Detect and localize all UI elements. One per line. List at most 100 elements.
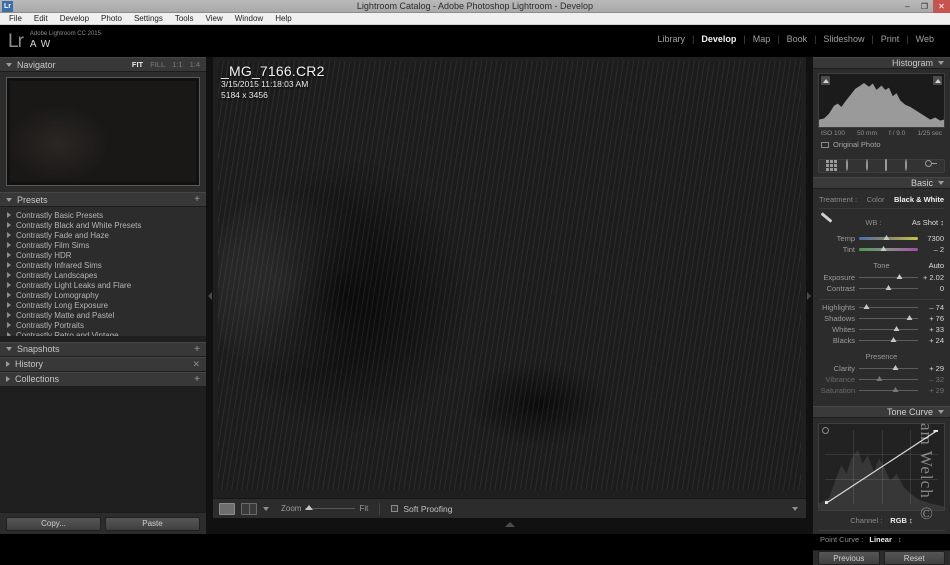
module-print[interactable]: Print	[874, 34, 907, 44]
slider-knob[interactable]	[906, 315, 913, 320]
highlight-clipping-icon[interactable]	[933, 76, 942, 85]
module-book[interactable]: Book	[780, 34, 815, 44]
radial-filter-icon[interactable]	[905, 159, 917, 172]
reset-button[interactable]: Reset	[883, 551, 945, 565]
add-snapshot-icon[interactable]: +	[194, 344, 200, 355]
slider-knob[interactable]	[880, 246, 887, 251]
zoom-1-4[interactable]: 1:4	[190, 60, 200, 69]
adjustment-brush-icon[interactable]	[925, 160, 938, 172]
compare-view-icon[interactable]	[241, 502, 257, 515]
slider-knob[interactable]	[890, 337, 897, 342]
previous-button[interactable]: Previous	[818, 551, 880, 565]
spot-removal-icon[interactable]	[845, 159, 858, 172]
collections-panel-header[interactable]: Collections +	[0, 371, 206, 387]
slider-track[interactable]	[859, 235, 918, 240]
soft-proofing-toggle[interactable]: Soft Proofing	[391, 504, 452, 514]
targeted-adjustment-tool-icon[interactable]	[822, 427, 829, 434]
view-mode-chevron-down-icon[interactable]	[263, 506, 269, 511]
slider-exposure[interactable]: Exposure + 2.02	[819, 272, 944, 283]
menu-item-tools[interactable]: Tools	[169, 13, 200, 25]
point-curve-chevron-icon[interactable]: ↕	[898, 535, 902, 544]
slider-track[interactable]	[859, 365, 918, 370]
module-web[interactable]: Web	[909, 34, 941, 44]
preset-group[interactable]: Contrastly Matte and Pastel	[0, 310, 206, 320]
slider-knob[interactable]	[892, 365, 899, 370]
zoom-slider[interactable]	[305, 505, 356, 510]
preset-group[interactable]: Contrastly Black and White Presets	[0, 220, 206, 230]
slider-highlights[interactable]: Highlights – 74	[819, 302, 944, 313]
slider-track[interactable]	[859, 337, 918, 342]
slider-clarity[interactable]: Clarity + 29	[819, 363, 944, 374]
zoom-fit[interactable]: FIT	[132, 60, 143, 69]
slider-shadows[interactable]: Shadows + 76	[819, 313, 944, 324]
soft-proofing-checkbox[interactable]	[391, 505, 399, 512]
channel-value[interactable]: RGB ↕	[890, 516, 913, 525]
tone-curve-panel-header[interactable]: Tone Curve	[813, 406, 950, 418]
menu-item-edit[interactable]: Edit	[28, 13, 54, 25]
close-button[interactable]: ✕	[933, 0, 950, 13]
wb-value[interactable]: As Shot ↕	[912, 218, 944, 227]
zoom-fill[interactable]: FILL	[150, 60, 165, 69]
navigator-panel-header[interactable]: Navigator FIT FILL 1:1 1:4	[0, 57, 206, 72]
identity-plate[interactable]: Adobe Lightroom CC 2015 A W	[30, 31, 101, 51]
menu-item-window[interactable]: Window	[229, 13, 269, 25]
preset-group[interactable]: Contrastly Infrared Sims	[0, 260, 206, 270]
snapshots-panel-header[interactable]: Snapshots +	[0, 341, 206, 357]
slider-track[interactable]	[859, 326, 918, 331]
menu-item-view[interactable]: View	[200, 13, 229, 25]
navigator-preview[interactable]	[6, 77, 200, 186]
loupe-view-icon[interactable]	[219, 502, 235, 515]
crop-overlay-icon[interactable]	[825, 160, 838, 172]
maximize-button[interactable]: ❐	[916, 0, 933, 13]
minimize-button[interactable]: –	[899, 0, 916, 13]
menu-item-develop[interactable]: Develop	[54, 13, 95, 25]
slider-knob[interactable]	[893, 326, 900, 331]
preset-group[interactable]: Contrastly HDR	[0, 250, 206, 260]
filmstrip-collapsed[interactable]	[213, 518, 806, 534]
preset-group[interactable]: Contrastly Fade and Haze	[0, 230, 206, 240]
paste-button[interactable]: Paste	[105, 516, 200, 531]
zoom-slider-knob[interactable]	[305, 505, 314, 510]
histogram-graph[interactable]	[818, 73, 945, 128]
slider-contrast[interactable]: Contrast 0	[819, 283, 944, 294]
basic-panel-header[interactable]: Basic	[813, 177, 950, 189]
image-viewer[interactable]: _MG_7166.CR2 3/15/2015 11:18:03 AM 5184 …	[213, 57, 806, 498]
zoom-1-1[interactable]: 1:1	[172, 60, 182, 69]
slider-knob[interactable]	[863, 304, 870, 309]
preset-group[interactable]: Contrastly Long Exposure	[0, 300, 206, 310]
treatment-option-black-and-white[interactable]: Black & White	[894, 195, 944, 204]
slider-track[interactable]	[859, 315, 918, 320]
photo-canvas[interactable]	[218, 61, 801, 490]
history-panel-header[interactable]: History ✕	[0, 356, 206, 372]
graduated-filter-icon[interactable]	[885, 159, 897, 172]
slider-knob[interactable]	[896, 274, 903, 279]
preset-group[interactable]: Contrastly Landscapes	[0, 270, 206, 280]
menu-item-file[interactable]: File	[3, 13, 28, 25]
menu-item-settings[interactable]: Settings	[128, 13, 169, 25]
auto-tone-button[interactable]: Auto	[929, 261, 944, 270]
original-photo-row[interactable]: Original Photo	[818, 137, 945, 149]
shadow-clipping-icon[interactable]	[821, 76, 830, 85]
white-balance-selector-icon[interactable]	[819, 214, 835, 230]
module-slideshow[interactable]: Slideshow	[816, 34, 871, 44]
preset-group[interactable]: Contrastly Lomography	[0, 290, 206, 300]
slider-temp[interactable]: Temp 7300	[819, 233, 944, 244]
slider-track[interactable]	[859, 285, 918, 290]
add-preset-icon[interactable]: +	[194, 194, 200, 205]
slider-whites[interactable]: Whites + 33	[819, 324, 944, 335]
toolbar-options-chevron-down-icon[interactable]	[792, 506, 798, 511]
menu-item-help[interactable]: Help	[269, 13, 297, 25]
module-library[interactable]: Library	[650, 34, 692, 44]
slider-track[interactable]	[859, 274, 918, 279]
slider-knob[interactable]	[883, 235, 890, 240]
module-map[interactable]: Map	[746, 34, 778, 44]
zoom-control[interactable]: Zoom Fit	[281, 504, 368, 513]
treatment-option-color[interactable]: Color	[867, 195, 885, 204]
tone-curve-graph[interactable]	[818, 423, 945, 511]
preset-group[interactable]: Contrastly Film Sims	[0, 240, 206, 250]
slider-blacks[interactable]: Blacks + 24	[819, 335, 944, 346]
add-collection-icon[interactable]: +	[194, 374, 200, 385]
histogram-panel-header[interactable]: Histogram	[813, 57, 950, 69]
slider-track[interactable]	[859, 304, 918, 309]
module-develop[interactable]: Develop	[694, 34, 743, 44]
